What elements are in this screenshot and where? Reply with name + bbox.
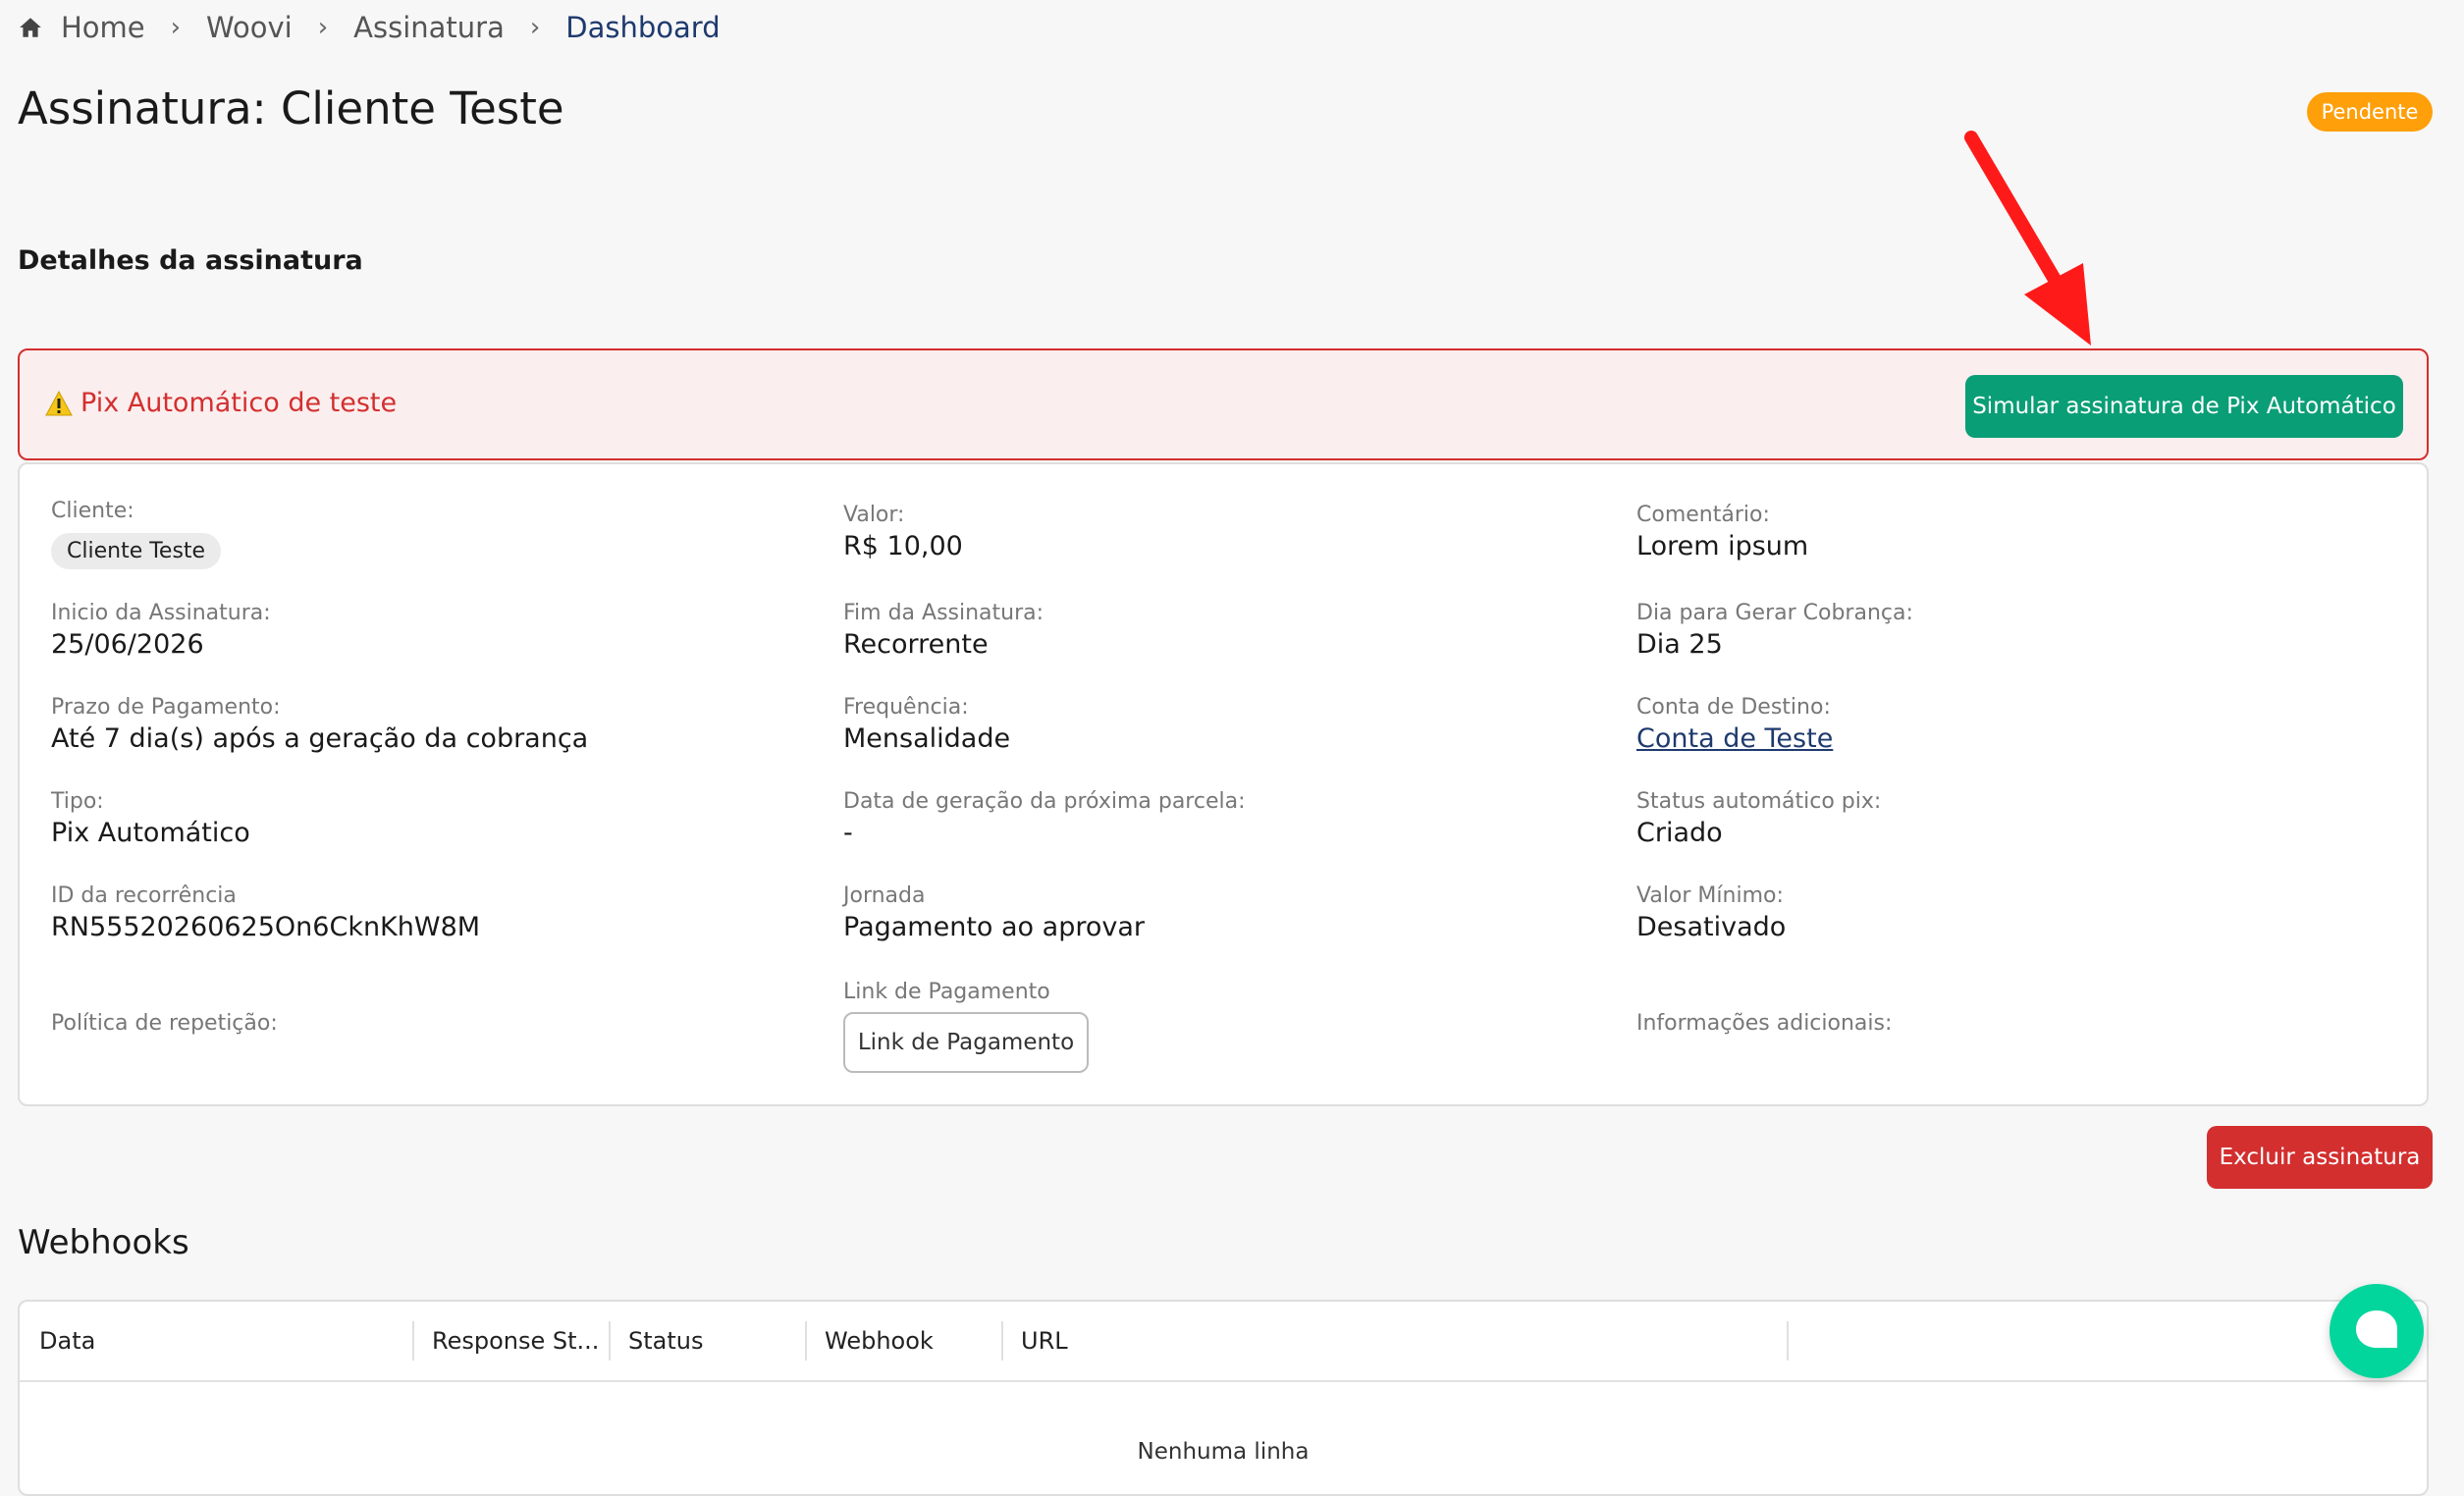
column-header-url[interactable]: URL bbox=[1001, 1302, 1787, 1380]
field-tipo: Tipo: Pix Automático bbox=[51, 788, 250, 851]
warning-icon bbox=[45, 390, 73, 415]
valor-label: Valor: bbox=[843, 503, 905, 527]
valor-minimo-value: Desativado bbox=[1636, 912, 1787, 942]
cliente-label: Cliente: bbox=[51, 499, 134, 523]
valor-minimo-label: Valor Mínimo: bbox=[1636, 883, 1784, 908]
chat-icon bbox=[2356, 1310, 2397, 1348]
cliente-chip[interactable]: Cliente Teste bbox=[51, 533, 222, 569]
tipo-value: Pix Automático bbox=[51, 818, 250, 848]
delete-subscription-button[interactable]: Excluir assinatura bbox=[2207, 1126, 2433, 1189]
field-cliente: Cliente: Cliente Teste bbox=[51, 498, 222, 569]
recorrencia-value: RN55520260625On6CknKhW8M bbox=[51, 912, 481, 942]
field-valor-minimo: Valor Mínimo: Desativado bbox=[1636, 882, 1786, 945]
valor-value: R$ 10,00 bbox=[843, 531, 963, 561]
frequencia-value: Mensalidade bbox=[843, 723, 1011, 754]
webhooks-title: Webhooks bbox=[18, 1223, 189, 1262]
field-politica: Política de repetição: bbox=[51, 1010, 278, 1038]
column-header-status[interactable]: Status bbox=[609, 1302, 805, 1380]
fim-value: Recorrente bbox=[843, 629, 989, 660]
field-recorrencia: ID da recorrência RN55520260625On6CknKhW… bbox=[51, 882, 480, 945]
status-pix-value: Criado bbox=[1636, 818, 1723, 848]
test-alert: Pix Automático de teste Simular assinatu… bbox=[18, 348, 2429, 460]
inicio-label: Inicio da Assinatura: bbox=[51, 601, 271, 625]
prazo-label: Prazo de Pagamento: bbox=[51, 695, 281, 720]
field-proxima-parcela: Data de geração da próxima parcela: - bbox=[843, 788, 1246, 851]
link-label: Link de Pagamento bbox=[843, 980, 1050, 1004]
field-conta-destino: Conta de Destino: Conta de Teste bbox=[1636, 694, 1833, 757]
frequencia-label: Frequência: bbox=[843, 695, 969, 720]
section-title: Detalhes da assinatura bbox=[18, 245, 363, 276]
info-label: Informações adicionais: bbox=[1636, 1011, 1893, 1036]
chat-button[interactable] bbox=[2330, 1284, 2424, 1378]
jornada-label: Jornada bbox=[843, 883, 926, 908]
field-frequencia: Frequência: Mensalidade bbox=[843, 694, 1010, 757]
jornada-value: Pagamento ao aprovar bbox=[843, 912, 1145, 942]
conta-label: Conta de Destino: bbox=[1636, 695, 1831, 720]
field-fim: Fim da Assinatura: Recorrente bbox=[843, 600, 1044, 663]
politica-label: Política de repetição: bbox=[51, 1011, 278, 1036]
home-icon[interactable] bbox=[18, 15, 43, 40]
field-prazo: Prazo de Pagamento: Até 7 dia(s) após a … bbox=[51, 694, 588, 757]
annotation-arrow bbox=[1964, 131, 2091, 346]
proxima-label: Data de geração da próxima parcela: bbox=[843, 789, 1246, 814]
breadcrumb-separator: › bbox=[170, 13, 182, 42]
breadcrumb-woovi[interactable]: Woovi bbox=[206, 11, 293, 44]
breadcrumb-assinatura[interactable]: Assinatura bbox=[353, 11, 505, 44]
field-jornada: Jornada Pagamento ao aprovar bbox=[843, 882, 1145, 945]
prazo-value: Até 7 dia(s) após a geração da cobrança bbox=[51, 723, 589, 754]
breadcrumb-current[interactable]: Dashboard bbox=[565, 11, 720, 44]
column-separator[interactable] bbox=[1787, 1321, 1789, 1361]
column-header-webhook[interactable]: Webhook bbox=[805, 1302, 1001, 1380]
simulate-pix-button[interactable]: Simular assinatura de Pix Automático bbox=[1965, 375, 2403, 438]
payment-link-button[interactable]: Link de Pagamento bbox=[843, 1012, 1089, 1073]
breadcrumb-home[interactable]: Home bbox=[61, 11, 145, 44]
breadcrumb-separator: › bbox=[317, 13, 329, 42]
status-pix-label: Status automático pix: bbox=[1636, 789, 1882, 814]
comentario-label: Comentário: bbox=[1636, 503, 1770, 527]
field-dia-cobranca: Dia para Gerar Cobrança: Dia 25 bbox=[1636, 600, 1913, 663]
page-title: Assinatura: Cliente Teste bbox=[18, 82, 564, 134]
empty-table-message: Nenhuma linha bbox=[1137, 1439, 1310, 1465]
dia-label: Dia para Gerar Cobrança: bbox=[1636, 601, 1913, 625]
field-inicio: Inicio da Assinatura: 25/06/2026 bbox=[51, 600, 271, 663]
inicio-value: 25/06/2026 bbox=[51, 629, 204, 660]
breadcrumb-separator: › bbox=[529, 13, 541, 42]
webhooks-table: Data Response St... Status Webhook URL N… bbox=[18, 1300, 2429, 1496]
proxima-value: - bbox=[843, 818, 853, 848]
field-valor: Valor: R$ 10,00 bbox=[843, 502, 963, 564]
breadcrumb: Home › Woovi › Assinatura › Dashboard bbox=[18, 8, 721, 47]
field-status-pix: Status automático pix: Criado bbox=[1636, 788, 1881, 851]
table-header: Data Response St... Status Webhook URL bbox=[20, 1302, 2427, 1382]
recorrencia-label: ID da recorrência bbox=[51, 883, 237, 908]
fim-label: Fim da Assinatura: bbox=[843, 601, 1045, 625]
tipo-label: Tipo: bbox=[51, 789, 104, 814]
field-comentario: Comentário: Lorem ipsum bbox=[1636, 502, 1808, 564]
column-header-data[interactable]: Data bbox=[20, 1302, 412, 1380]
alert-text: Pix Automático de teste bbox=[80, 388, 398, 418]
conta-link[interactable]: Conta de Teste bbox=[1636, 721, 1833, 757]
alert-message: Pix Automático de teste bbox=[45, 388, 397, 418]
field-link-pagamento: Link de Pagamento Link de Pagamento bbox=[843, 979, 1089, 1073]
details-card: Cliente: Cliente Teste Inicio da Assinat… bbox=[18, 462, 2429, 1106]
dia-value: Dia 25 bbox=[1636, 629, 1723, 660]
column-header-response-status[interactable]: Response St... bbox=[412, 1302, 609, 1380]
comentario-value: Lorem ipsum bbox=[1636, 531, 1809, 561]
status-badge: Pendente bbox=[2307, 92, 2433, 132]
field-info-adicionais: Informações adicionais: bbox=[1636, 1010, 1892, 1038]
